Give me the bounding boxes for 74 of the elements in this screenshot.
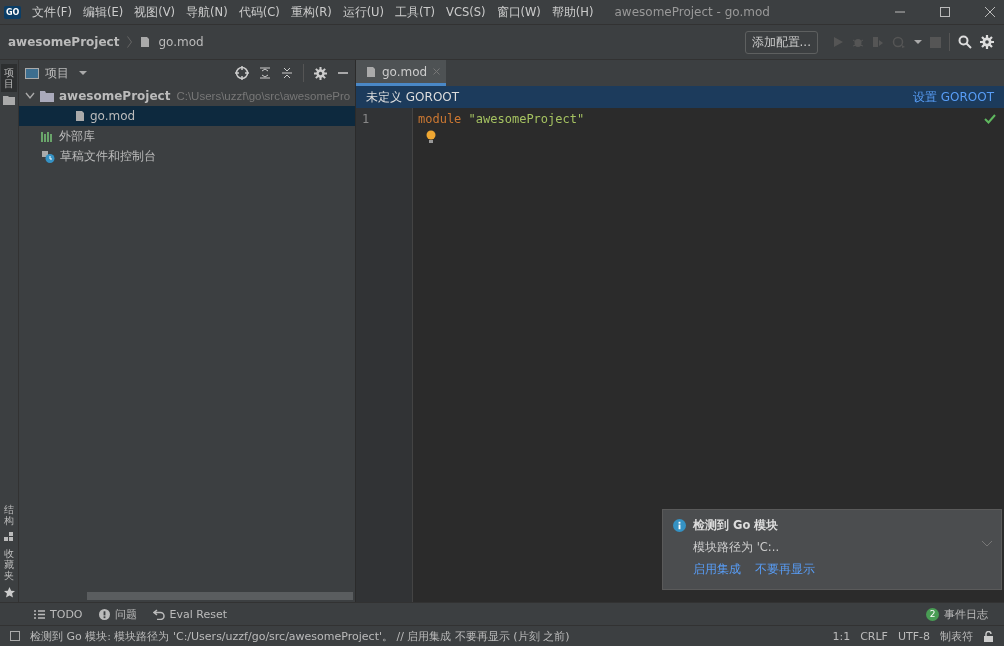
maximize-icon[interactable] bbox=[939, 6, 951, 18]
line-number: 1 bbox=[362, 112, 371, 128]
info-icon bbox=[673, 519, 686, 532]
status-message: 检测到 Go 模块: 模块路径为 'C:/Users/uzzf/go/src/awesomeProject'。 // 启用集成 不要再显示 (片刻 之前) bbox=[30, 628, 570, 644]
cursor-position[interactable]: 1:1 bbox=[832, 629, 851, 643]
file-icon bbox=[140, 36, 151, 48]
library-icon bbox=[41, 130, 54, 142]
menu-item[interactable]: 导航(N) bbox=[186, 4, 228, 20]
chevron-right-icon bbox=[127, 36, 133, 48]
panel-toggle-icon[interactable] bbox=[10, 631, 20, 641]
menu-item[interactable]: 工具(T) bbox=[395, 4, 435, 20]
app-logo-icon: GO bbox=[4, 5, 22, 19]
panel-title[interactable]: 项目 bbox=[45, 64, 69, 82]
tree-item[interactable]: awesomeProject C:\Users\uzzf\go\src\awesomePro bbox=[19, 86, 355, 106]
folder-icon bbox=[40, 90, 54, 102]
tool-window-tab[interactable]: 收藏夹 bbox=[1, 545, 17, 584]
tool-window-button[interactable]: 问题 bbox=[98, 606, 137, 622]
folder-icon bbox=[3, 95, 15, 105]
file-icon bbox=[75, 110, 85, 122]
notification-message: 模块路径为 'C:.. bbox=[693, 540, 780, 555]
code-keyword: module bbox=[418, 112, 462, 126]
settings-icon[interactable] bbox=[980, 35, 994, 49]
menu-item[interactable]: 重构(R) bbox=[290, 4, 332, 20]
line-ending[interactable]: CRLF bbox=[860, 629, 888, 643]
close-icon[interactable] bbox=[984, 6, 996, 18]
notification-link[interactable]: 启用集成 bbox=[693, 562, 741, 577]
breadcrumb[interactable]: go.mod bbox=[158, 35, 204, 49]
breadcrumb[interactable]: awesomeProject bbox=[8, 35, 120, 49]
menu-item[interactable]: 视图(V) bbox=[134, 4, 176, 20]
menu-item[interactable]: 文件(F) bbox=[32, 4, 72, 20]
notification-link[interactable]: 不要再显示 bbox=[755, 562, 815, 577]
menu-item[interactable]: 代码(C) bbox=[238, 4, 280, 20]
menu-item[interactable]: 运行(U) bbox=[342, 4, 384, 20]
set-goroot-link[interactable]: 设置 GOROOT bbox=[912, 88, 994, 106]
editor-tab[interactable]: go.mod bbox=[356, 60, 447, 86]
expand-all-icon[interactable] bbox=[259, 67, 271, 79]
code-string: "awesomeProject" bbox=[468, 112, 585, 126]
add-configuration-button[interactable]: 添加配置... bbox=[744, 30, 818, 54]
lightbulb-icon[interactable] bbox=[426, 130, 436, 144]
dropdown-caret-icon[interactable] bbox=[914, 39, 922, 45]
tree-item[interactable]: 草稿文件和控制台 bbox=[19, 146, 355, 166]
list-icon bbox=[34, 609, 45, 619]
chevron-icon[interactable] bbox=[25, 92, 35, 100]
dropdown-caret-icon[interactable] bbox=[79, 70, 87, 76]
structure-icon bbox=[4, 532, 14, 542]
search-icon[interactable] bbox=[958, 35, 972, 49]
menu-item[interactable]: 编辑(E) bbox=[82, 4, 124, 20]
file-icon bbox=[366, 65, 376, 78]
banner-message: 未定义 GOROOT bbox=[366, 88, 460, 106]
check-icon bbox=[984, 114, 996, 124]
exclamation-icon bbox=[98, 608, 110, 620]
target-icon[interactable] bbox=[235, 66, 249, 80]
tree-item[interactable]: go.mod bbox=[19, 106, 355, 126]
tool-window-button[interactable]: Eval Reset bbox=[152, 607, 227, 621]
star-icon bbox=[3, 587, 15, 598]
tool-window-button[interactable]: TODO bbox=[34, 607, 83, 621]
event-log-button[interactable]: 2 事件日志 bbox=[926, 606, 988, 622]
settings-icon[interactable] bbox=[314, 66, 327, 80]
notification-title: 检测到 Go 模块 bbox=[693, 518, 779, 533]
window-title: awesomeProject - go.mod bbox=[614, 5, 770, 19]
scratch-clock-icon bbox=[41, 149, 55, 163]
tree-item[interactable]: 外部库 bbox=[19, 126, 355, 146]
tool-window-tab[interactable]: 结构 bbox=[1, 501, 17, 529]
undo-arrow-icon bbox=[152, 608, 165, 620]
scrollbar[interactable] bbox=[87, 592, 353, 600]
file-encoding[interactable]: UTF-8 bbox=[897, 629, 930, 643]
lock-icon[interactable] bbox=[983, 630, 994, 642]
collapse-all-icon[interactable] bbox=[281, 67, 293, 79]
menu-item[interactable]: 帮助(H) bbox=[551, 4, 594, 20]
window-icon bbox=[25, 67, 39, 79]
menu-item[interactable]: VCS(S) bbox=[446, 5, 486, 19]
indent-setting[interactable]: 制表符 bbox=[940, 628, 973, 644]
project-tool-tab[interactable]: 项目 bbox=[1, 64, 17, 92]
menu-item[interactable]: 窗口(W) bbox=[496, 4, 541, 20]
